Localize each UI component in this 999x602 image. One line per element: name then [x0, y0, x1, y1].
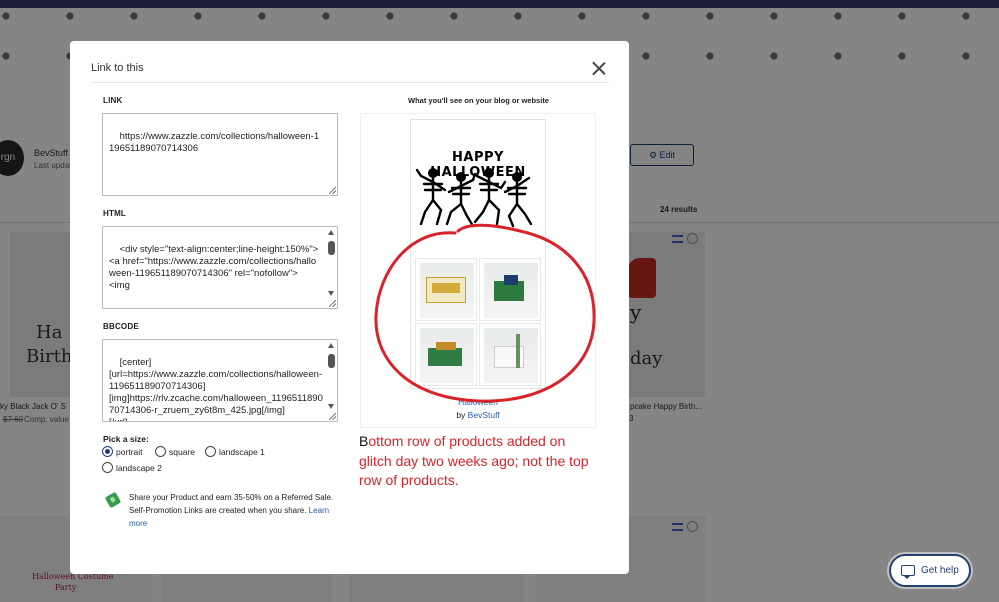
- preview-heading: What you'll see on your blog or website: [408, 96, 549, 105]
- scroll-up-arrow-icon[interactable]: [328, 230, 334, 235]
- get-help-button[interactable]: Get help: [889, 554, 971, 587]
- size-option-label: landscape 2: [116, 462, 162, 473]
- resize-handle[interactable]: [329, 300, 336, 307]
- annotation-circle: [374, 223, 596, 403]
- scroll-up-arrow-icon[interactable]: [328, 343, 334, 348]
- annotation-first-letter: B: [359, 433, 369, 449]
- size-option-portrait[interactable]: portrait: [102, 446, 142, 457]
- size-option-label: square: [169, 446, 195, 457]
- resize-handle[interactable]: [329, 413, 336, 420]
- html-label: HTML: [103, 209, 127, 218]
- resize-handle[interactable]: [329, 187, 336, 194]
- promo-text: Share your Product and earn 35-50% on a …: [129, 493, 334, 515]
- byline-prefix: by: [456, 410, 468, 420]
- radio-icon[interactable]: [155, 446, 166, 457]
- scroll-thumb[interactable]: [328, 241, 335, 255]
- link-to-this-dialog: Link to this LINK https://www.zazzle.com…: [70, 41, 629, 574]
- size-option-square[interactable]: square: [155, 446, 195, 457]
- scroll-down-arrow-icon[interactable]: [328, 291, 334, 296]
- dialog-divider: [91, 82, 609, 83]
- get-help-label: Get help: [921, 565, 959, 576]
- bbcode-textarea[interactable]: [center] [url=https://www.zazzle.com/col…: [102, 339, 338, 422]
- money-icon: [104, 491, 122, 509]
- radio-icon[interactable]: [205, 446, 216, 457]
- annotation-body: ottom row of products added on glitch da…: [359, 433, 589, 488]
- chat-icon: [901, 565, 915, 579]
- size-option-label: landscape 1: [219, 446, 265, 457]
- bbcode-scrollbar[interactable]: [327, 341, 336, 411]
- pick-size-label: Pick a size:: [103, 434, 149, 444]
- html-textarea[interactable]: <div style="text-align:center;line-heigh…: [102, 226, 338, 309]
- size-option-landscape-2[interactable]: landscape 2: [102, 462, 162, 473]
- radio-icon[interactable]: [102, 462, 113, 473]
- link-value: https://www.zazzle.com/collections/hallo…: [109, 131, 320, 154]
- referral-promo: Share your Product and earn 35-50% on a …: [129, 491, 339, 530]
- close-icon[interactable]: [592, 61, 606, 75]
- size-option-landscape-1[interactable]: landscape 1: [205, 446, 265, 457]
- scroll-thumb[interactable]: [328, 354, 335, 368]
- bbcode-label: BBCODE: [103, 322, 139, 331]
- link-textarea[interactable]: https://www.zazzle.com/collections/hallo…: [102, 113, 338, 196]
- html-scrollbar[interactable]: [327, 228, 336, 298]
- store-link[interactable]: BevStuff: [468, 410, 500, 420]
- scroll-down-arrow-icon[interactable]: [328, 404, 334, 409]
- preview-byline: by BevStuff: [410, 410, 546, 420]
- annotation-text: Bottom row of products added on glitch d…: [359, 432, 594, 491]
- size-option-label: portrait: [116, 446, 143, 457]
- bbcode-value: [center] [url=https://www.zazzle.com/col…: [109, 357, 323, 421]
- html-value: <div style="text-align:center;line-heigh…: [109, 244, 319, 291]
- dialog-title: Link to this: [91, 62, 144, 74]
- link-label: LINK: [103, 96, 123, 105]
- radio-selected-icon[interactable]: [102, 446, 113, 457]
